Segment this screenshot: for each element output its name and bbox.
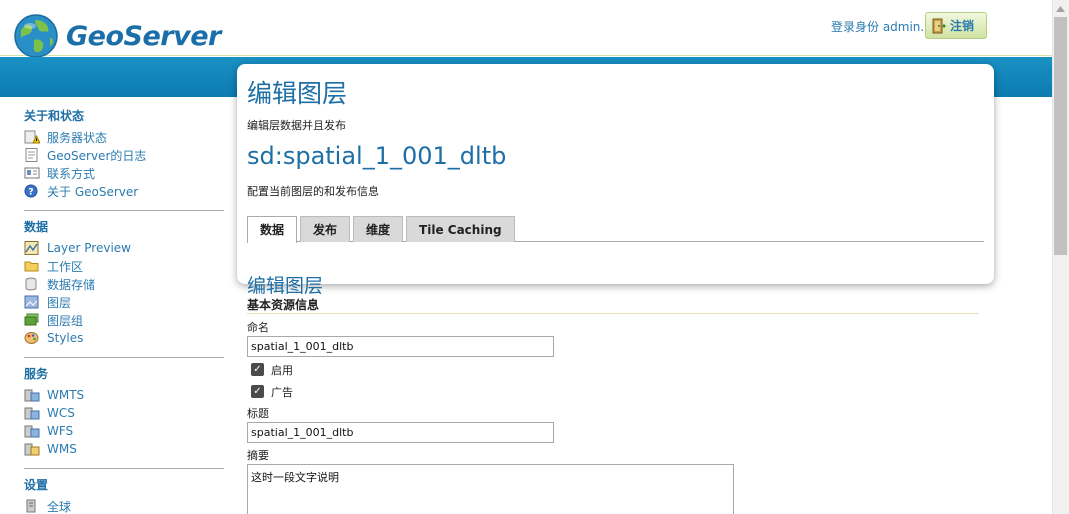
- layers-icon: [24, 313, 40, 327]
- sidebar-section-services: 服务 WMTS WCS WFS WMS: [24, 366, 224, 458]
- logout-label: 注销: [950, 19, 975, 33]
- sidebar-item-label: 服务器状态: [47, 130, 108, 145]
- help-icon: ?: [24, 184, 40, 198]
- sidebar-item-label: Styles: [47, 331, 84, 345]
- name-input[interactable]: [247, 336, 554, 357]
- sidebar-item-server-status[interactable]: 服务器状态: [24, 128, 224, 146]
- layer-name-heading: sd:spatial_1_001_dltb: [247, 142, 507, 170]
- palette-icon: [24, 331, 40, 345]
- title-label: 标题: [247, 407, 269, 420]
- sidebar-item-label: 数据存储: [47, 277, 96, 292]
- advertised-checkbox[interactable]: ✓: [251, 385, 264, 398]
- sidebar-item-styles[interactable]: Styles: [24, 329, 224, 347]
- sidebar-divider: [24, 468, 224, 469]
- sidebar-item-workspaces[interactable]: 工作区: [24, 257, 224, 275]
- sidebar-item-layer-groups[interactable]: 图层组: [24, 311, 224, 329]
- geoserver-logo[interactable]: GeoServer: [12, 12, 221, 60]
- server-icon: [24, 388, 40, 402]
- folder-icon: [24, 259, 40, 273]
- form-section-title: 基本资源信息: [247, 298, 320, 312]
- tab-publishing[interactable]: 发布: [300, 216, 351, 242]
- logo-text: GeoServer: [66, 20, 221, 52]
- sidebar-section-title: 设置: [24, 478, 49, 492]
- sidebar-divider: [24, 210, 224, 211]
- sidebar-item-label: WMS: [47, 442, 77, 456]
- sidebar-item-label: WMTS: [47, 388, 85, 402]
- sidebar-item-wms[interactable]: WMS: [24, 440, 224, 458]
- advertised-label: 广告: [271, 386, 293, 399]
- warning-icon: [24, 130, 41, 144]
- picture-icon: [24, 295, 40, 309]
- sidebar-section-settings: 设置 全球: [24, 477, 224, 514]
- document-icon: [24, 148, 40, 162]
- sidebar-item-label: 联系方式: [47, 166, 96, 181]
- abstract-label: 摘要: [247, 449, 269, 462]
- sidebar-item-about[interactable]: ? 关于 GeoServer: [24, 182, 224, 200]
- server-icon: [24, 442, 40, 456]
- sidebar-item-contact[interactable]: 联系方式: [24, 164, 224, 182]
- contact-card-icon: [24, 166, 40, 180]
- scroll-up-arrow-icon[interactable]: [1052, 0, 1069, 17]
- main-panel: 编辑图层 编辑层数据并且发布 sd:spatial_1_001_dltb 配置当…: [237, 64, 994, 284]
- sidebar-item-label: 图层组: [47, 313, 84, 328]
- sidebar-item-layers[interactable]: 图层: [24, 293, 224, 311]
- logout-button[interactable]: 注销: [925, 12, 987, 39]
- logout-door-icon: [932, 18, 946, 34]
- sidebar: 关于和状态 服务器状态 GeoServer的日志 联系方式 ? 关于 GeoSe…: [24, 108, 224, 514]
- sidebar-item-global[interactable]: 全球: [24, 497, 224, 514]
- sidebar-item-wcs[interactable]: WCS: [24, 404, 224, 422]
- page-header: GeoServer 登录身份 admin. 注销: [0, 0, 1052, 58]
- sidebar-item-label: 全球: [47, 499, 72, 514]
- globe-icon: [12, 12, 60, 60]
- server-icon: [24, 406, 40, 420]
- sidebar-item-label: Layer Preview: [47, 241, 131, 255]
- tab-dimensions[interactable]: 维度: [353, 216, 404, 242]
- sidebar-item-logs[interactable]: GeoServer的日志: [24, 146, 224, 164]
- name-label: 命名: [247, 321, 269, 334]
- map-preview-icon: [24, 241, 40, 255]
- database-icon: [24, 277, 40, 291]
- sidebar-item-wfs[interactable]: WFS: [24, 422, 224, 440]
- sidebar-item-label: 关于 GeoServer: [47, 184, 139, 199]
- sidebar-item-stores[interactable]: 数据存储: [24, 275, 224, 293]
- svg-text:?: ?: [28, 188, 33, 198]
- tab-data[interactable]: 数据: [247, 216, 298, 243]
- layer-description: 配置当前图层的和发布信息: [247, 185, 379, 198]
- abstract-textarea[interactable]: 这时一段文字说明: [247, 464, 734, 514]
- sidebar-section-about: 关于和状态 服务器状态 GeoServer的日志 联系方式 ? 关于 GeoSe…: [24, 108, 224, 200]
- page-title: 编辑图层: [247, 79, 348, 108]
- tab-tile-caching[interactable]: Tile Caching: [406, 216, 515, 242]
- sidebar-item-layer-preview[interactable]: Layer Preview: [24, 239, 224, 257]
- sidebar-section-title: 数据: [24, 220, 49, 234]
- sidebar-item-label: 图层: [47, 295, 72, 310]
- sidebar-section-data: 数据 Layer Preview 工作区 数据存储 图层 图层组 Styles: [24, 219, 224, 347]
- enabled-label: 启用: [271, 364, 293, 377]
- sidebar-item-label: GeoServer的日志: [47, 148, 147, 163]
- login-status: 登录身份 admin.: [831, 20, 925, 34]
- sidebar-item-label: 工作区: [47, 259, 84, 274]
- sidebar-item-label: WCS: [47, 406, 75, 420]
- enabled-checkbox[interactable]: ✓: [251, 363, 264, 376]
- sidebar-section-title: 服务: [24, 367, 49, 381]
- sidebar-section-title: 关于和状态: [24, 109, 85, 123]
- server-icon: [24, 424, 40, 438]
- scrollbar-thumb[interactable]: [1054, 17, 1067, 255]
- sidebar-item-wmts[interactable]: WMTS: [24, 386, 224, 404]
- sidebar-divider: [24, 357, 224, 358]
- form-divider: [247, 313, 979, 314]
- sidebar-item-label: WFS: [47, 424, 74, 438]
- page-description: 编辑层数据并且发布: [247, 119, 346, 132]
- server-settings-icon: [24, 499, 40, 513]
- title-input[interactable]: [247, 422, 554, 443]
- tab-bar: 数据 发布 维度 Tile Caching: [247, 216, 984, 243]
- form-title: 编辑图层: [247, 275, 324, 297]
